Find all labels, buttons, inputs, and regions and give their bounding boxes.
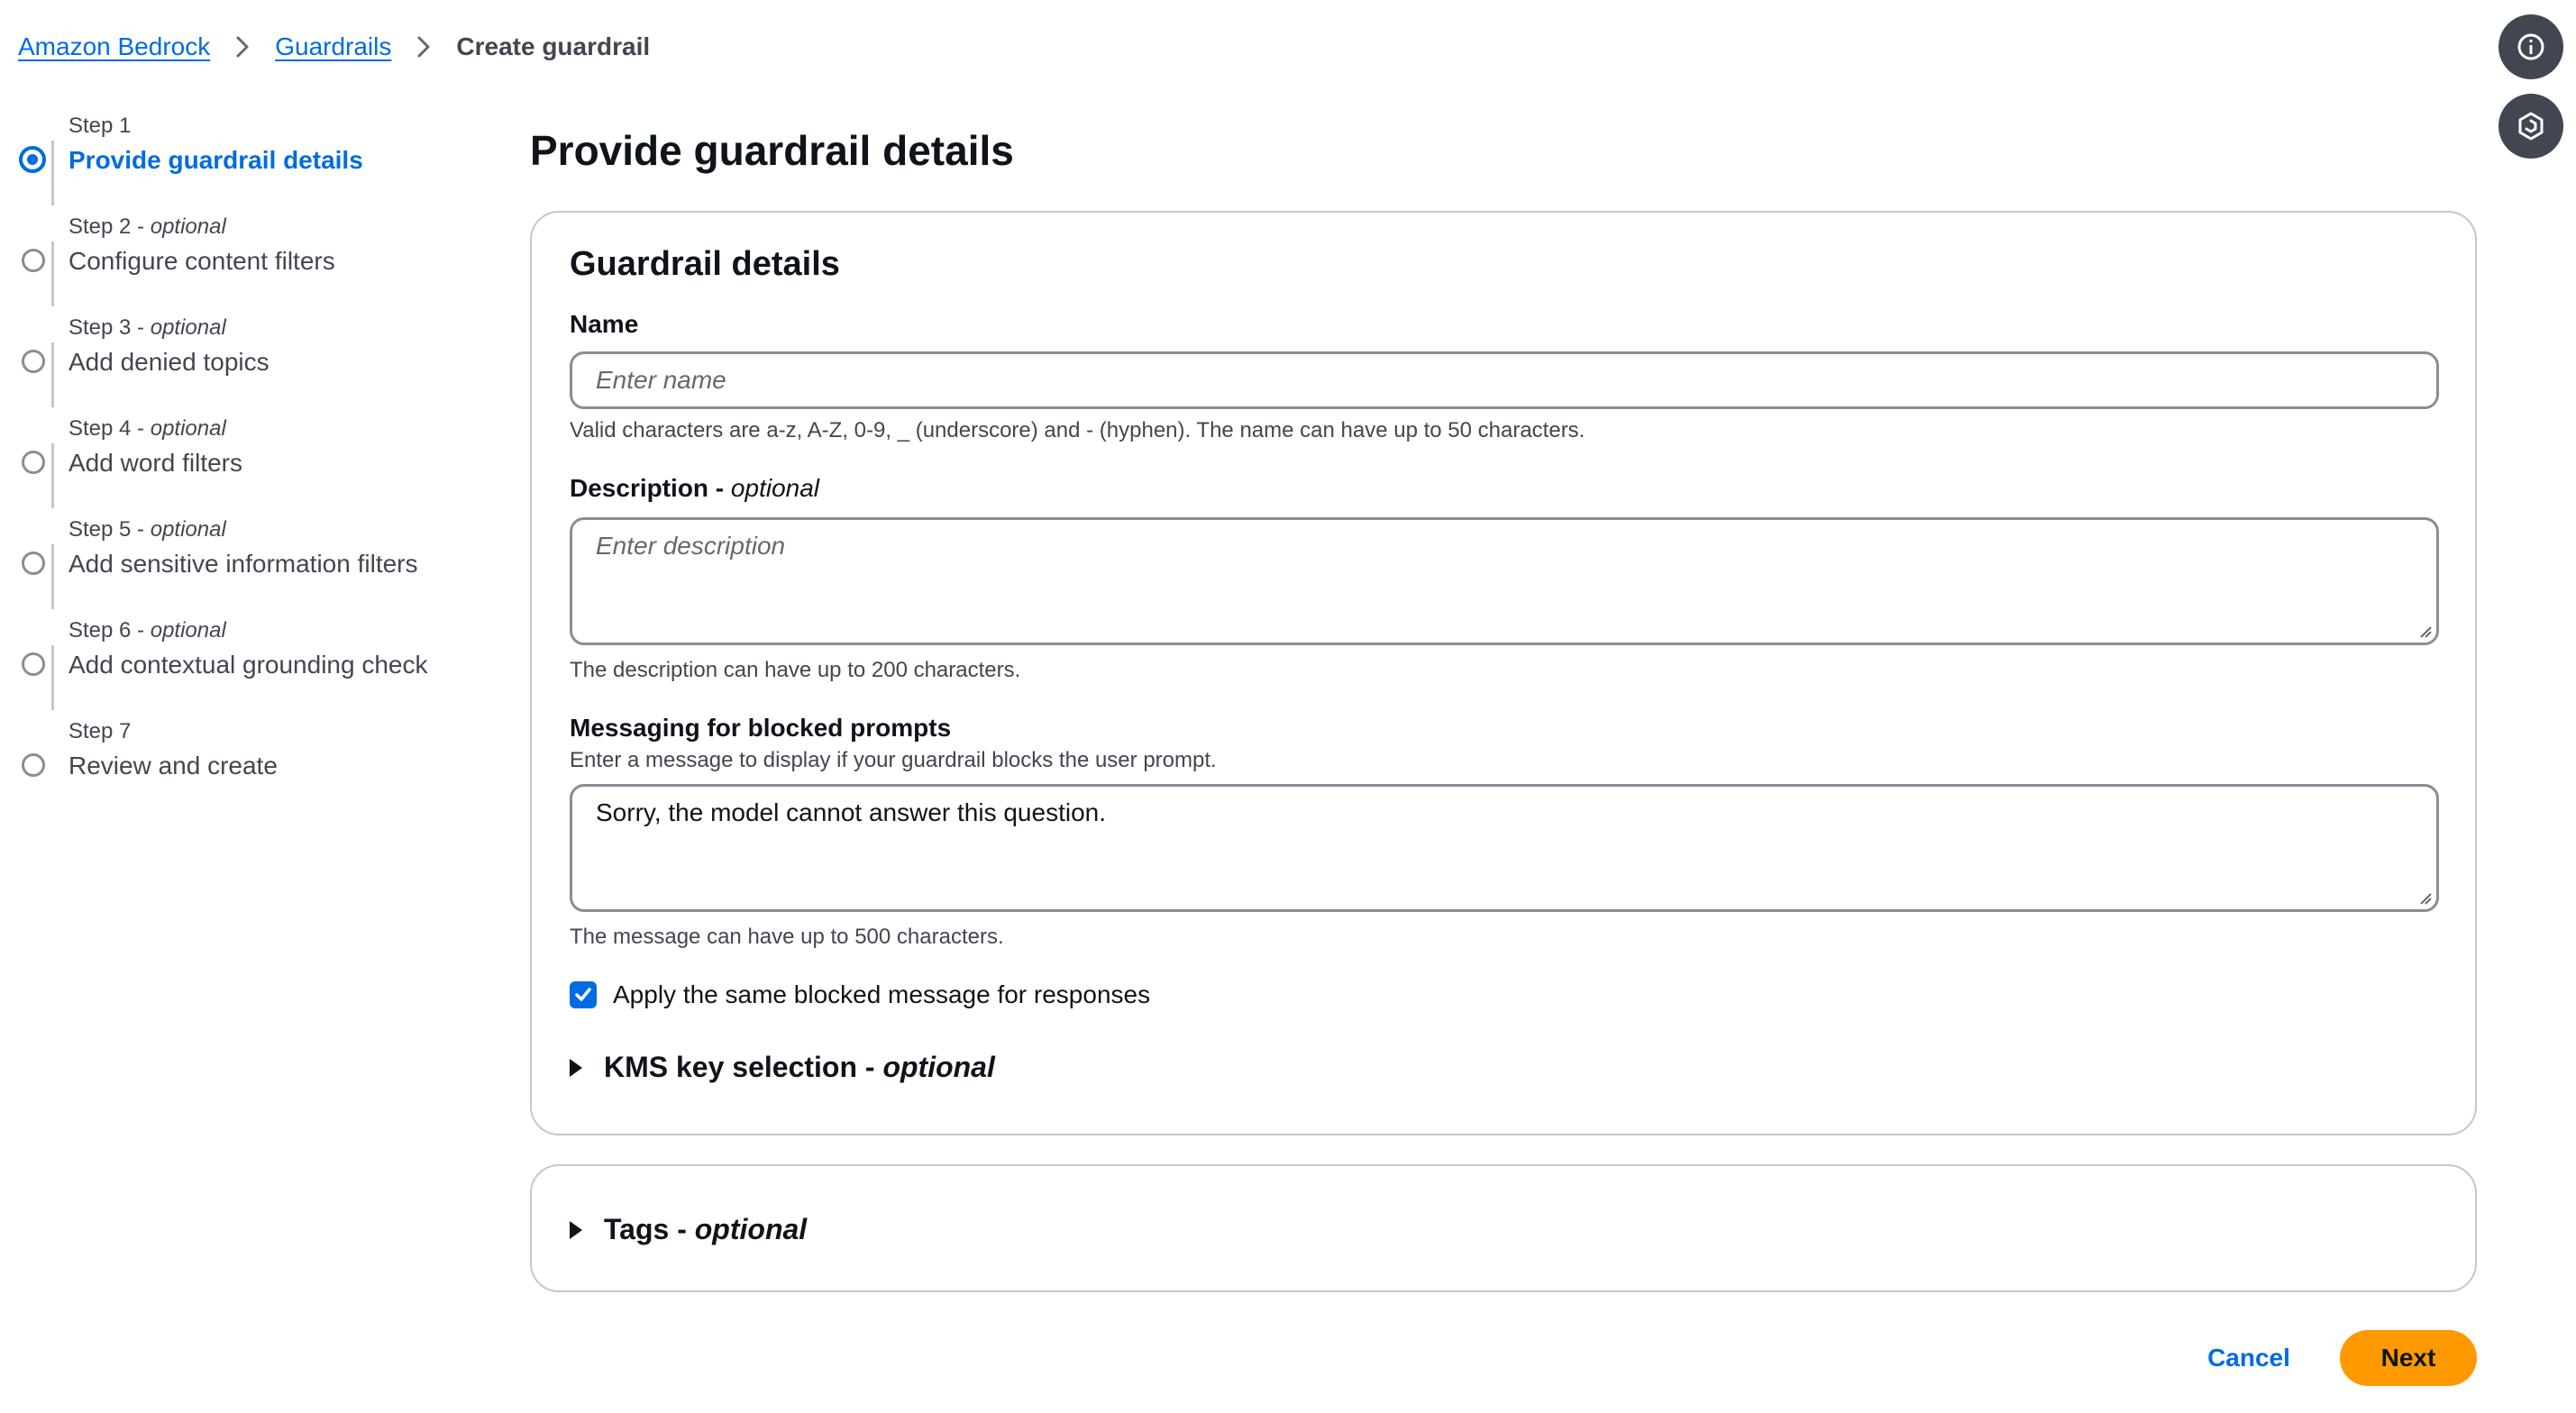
apply-same-message-checkbox-row[interactable]: Apply the same blocked message for respo… [570, 980, 1150, 1009]
tags-expander[interactable]: Tags - optional [570, 1213, 807, 1246]
name-constraint-text: Valid characters are a-z, A-Z, 0-9, _ (u… [570, 418, 1585, 442]
step-title: Review and create [69, 752, 278, 779]
tags-panel: Tags - optional [530, 1164, 2477, 1292]
step-pending-icon [22, 249, 45, 272]
name-label: Name [570, 310, 639, 338]
step-number: Step 3 - optional [69, 315, 226, 340]
step-connector [51, 242, 54, 306]
step-number: Step 4 - optional [69, 416, 226, 441]
kms-key-selection-expander[interactable]: KMS key selection - optional [570, 1051, 995, 1084]
caret-right-icon [570, 1220, 582, 1239]
breadcrumb: Amazon Bedrock Guardrails Create guardra… [18, 29, 650, 65]
step-title: Add contextual grounding check [69, 651, 428, 679]
step-connector [51, 544, 54, 609]
step-pending-icon [22, 552, 45, 575]
step-pending-icon [22, 652, 45, 676]
info-button[interactable] [2498, 14, 2563, 79]
blocked-prompts-label: Messaging for blocked prompts [570, 714, 952, 742]
description-constraint-text: The description can have up to 200 chara… [570, 658, 1021, 682]
next-button[interactable]: Next [2340, 1330, 2477, 1386]
name-input[interactable] [570, 351, 2439, 409]
apply-same-message-label: Apply the same blocked message for respo… [613, 980, 1151, 1008]
step-title: Add denied topics [69, 348, 269, 376]
step-pending-icon [22, 451, 45, 474]
chevron-right-icon [235, 35, 250, 59]
step-title: Add sensitive information filters [69, 550, 418, 578]
blocked-prompts-description: Enter a message to display if your guard… [570, 748, 1217, 772]
kms-key-selection-title: KMS key selection - optional [604, 1051, 995, 1083]
page-title: Provide guardrail details [530, 127, 1014, 174]
step-number: Step 6 - optional [69, 618, 226, 643]
step-title: Configure content filters [69, 247, 335, 275]
hexagon-icon [2518, 112, 2544, 141]
caret-right-icon [570, 1058, 582, 1077]
step-title: Add word filters [69, 449, 242, 477]
guardrail-details-panel: Guardrail details Name Valid characters … [530, 211, 2477, 1135]
chevron-right-icon [416, 35, 431, 59]
settings-hexagon-button[interactable] [2498, 94, 2563, 159]
step-connector [51, 141, 54, 205]
description-field [570, 517, 2439, 645]
blocked-prompts-field: Sorry, the model cannot answer this ques… [570, 784, 2439, 912]
blocked-prompts-constraint-text: The message can have up to 500 character… [570, 925, 1004, 949]
blocked-prompts-textarea[interactable]: Sorry, the model cannot answer this ques… [570, 784, 2439, 912]
cancel-button[interactable]: Cancel [2181, 1330, 2316, 1386]
apply-same-message-checkbox[interactable] [570, 981, 597, 1008]
step-connector [51, 443, 54, 508]
step-pending-icon [22, 350, 45, 373]
step-pending-icon [22, 753, 45, 777]
step-number: Step 5 - optional [69, 517, 226, 542]
checkmark-icon [575, 988, 591, 1001]
step-title[interactable]: Provide guardrail details [69, 146, 363, 175]
description-textarea[interactable] [570, 517, 2439, 645]
step-number: Step 2 - optional [69, 214, 226, 239]
panel-title: Guardrail details [570, 245, 840, 283]
step-current-icon [19, 146, 46, 173]
breadcrumb-link-amazon-bedrock[interactable]: Amazon Bedrock [18, 32, 210, 61]
description-label: Description - optional [570, 474, 820, 502]
breadcrumb-current: Create guardrail [456, 32, 651, 60]
info-icon [2517, 33, 2544, 60]
step-number: Step 1 [69, 114, 132, 138]
step-connector [51, 342, 54, 407]
step-connector [51, 645, 54, 710]
tags-title: Tags - optional [604, 1213, 808, 1245]
step-number: Step 7 [69, 719, 132, 743]
breadcrumb-link-guardrails[interactable]: Guardrails [275, 32, 391, 61]
